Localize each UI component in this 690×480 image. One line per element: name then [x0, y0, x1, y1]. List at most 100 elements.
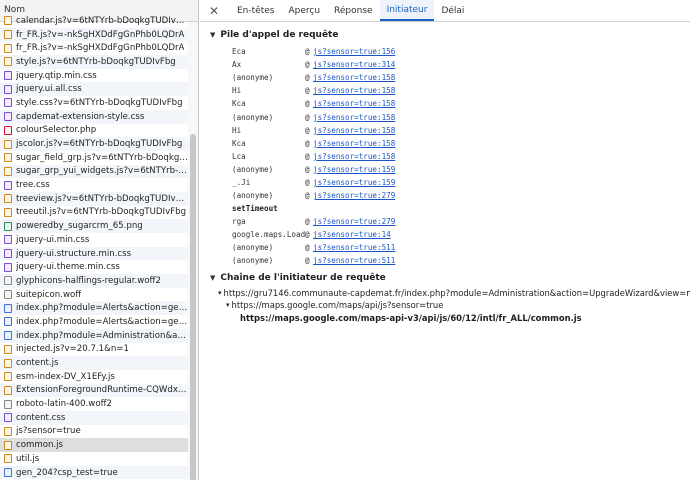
at-sign: @ — [305, 164, 310, 174]
at-sign: @ — [305, 243, 310, 253]
source-link[interactable]: js?sensor=true:511 — [313, 243, 395, 252]
request-row[interactable]: calendar.js?v=6tNTYrb-bDoqkgTUDIvFbg — [0, 14, 188, 28]
source-link[interactable]: js?sensor=true:159 — [313, 165, 395, 174]
request-row[interactable]: jscolor.js?v=6tNTYrb-bDoqkgTUDIvFbg — [0, 137, 188, 151]
call-stack-section-toggle[interactable]: ▼ Pile d'appel de requête — [210, 28, 690, 42]
chevron-down-icon[interactable]: ▾ — [226, 301, 230, 309]
tab-aperu[interactable]: Aperçu — [281, 0, 327, 21]
request-name: glyphicons-halflings-regular.woff2 — [16, 275, 161, 286]
request-row[interactable]: content.css — [0, 410, 188, 425]
css-file-icon — [4, 112, 12, 122]
stack-frame: Kca @ js?sensor=true:158 — [232, 137, 690, 150]
request-row[interactable]: jquery-ui.theme.min.css — [0, 260, 188, 274]
request-name: jquery-ui.theme.min.css — [16, 262, 120, 273]
initiator-chain-row[interactable]: https://maps.google.com/maps-api-v3/api/… — [218, 312, 690, 325]
source-link[interactable]: js?sensor=true:14 — [313, 230, 391, 239]
request-name: fr_FR.js?v=-nkSgHXDdFgGnPhb0LQDrA — [16, 29, 185, 40]
request-row[interactable]: treeview.js?v=6tNTYrb-bDoqkgTUDIvFbg — [0, 191, 188, 206]
async-boundary-label: setTimeout — [232, 204, 278, 214]
request-row[interactable]: util.js — [0, 452, 188, 466]
request-name: colourSelector.php — [16, 125, 97, 136]
request-row[interactable]: poweredby_sugarcrm_65.png — [0, 219, 188, 233]
request-row[interactable]: fr_FR.js?v=-nkSgHXDdFgGnPhb0LQDrA — [0, 41, 188, 55]
close-icon[interactable]: ✕ — [206, 0, 222, 21]
source-link[interactable]: js?sensor=true:158 — [313, 99, 395, 108]
function-name: Ax — [232, 60, 242, 70]
source-link[interactable]: js?sensor=true:511 — [313, 256, 395, 265]
request-row[interactable]: suitepicon.woff — [0, 288, 188, 302]
function-name: (anonyme) — [232, 112, 274, 122]
request-row[interactable]: tree.css — [0, 178, 188, 192]
request-row[interactable]: style.css?v=6tNTYrb-bDoqkgTUDIvFbg — [0, 96, 188, 110]
function-name: google.maps.Load — [232, 230, 306, 240]
request-row[interactable]: index.php?module=Administration&action=U… — [0, 328, 188, 343]
initiator-chain-section-toggle[interactable]: ▼ Chaîne de l'initiateur de requête — [210, 271, 690, 285]
source-link[interactable]: js?sensor=true:158 — [313, 113, 395, 122]
request-row[interactable]: jquery-ui.min.css — [0, 233, 188, 247]
initiator-chain-title: Chaîne de l'initiateur de requête — [220, 272, 386, 283]
request-row[interactable]: jquery-ui.structure.min.css — [0, 246, 188, 261]
scrollbar-thumb[interactable] — [190, 134, 196, 480]
request-name: sugar_grp_yui_widgets.js?v=6tNTYrb-bDoqk… — [16, 166, 188, 177]
request-name: jquery-ui.min.css — [16, 234, 90, 245]
source-link[interactable]: js?sensor=true:158 — [313, 152, 395, 161]
stack-frame: google.maps.Load @ js?sensor=true:14 — [232, 228, 690, 241]
request-row[interactable]: roboto-latin-400.woff2 — [0, 397, 188, 411]
tab-dlai[interactable]: Délai — [434, 0, 471, 21]
request-row[interactable]: esm-index-DV_X1EFy.js — [0, 370, 188, 384]
source-link[interactable]: js?sensor=true:156 — [313, 47, 395, 56]
request-row[interactable]: treeutil.js?v=6tNTYrb-bDoqkgTUDIvFbg — [0, 206, 188, 220]
stack-frame: (anonyme) @ js?sensor=true:158 — [232, 71, 690, 84]
doc-file-icon — [4, 303, 12, 313]
source-link[interactable]: js?sensor=true:279 — [313, 191, 395, 200]
request-row[interactable]: content.js — [0, 356, 188, 370]
request-row[interactable]: colourSelector.php — [0, 124, 188, 138]
doc-file-icon — [4, 331, 12, 341]
tab-enttes[interactable]: En-têtes — [230, 0, 281, 21]
request-row[interactable]: jquery.ui.all.css — [0, 82, 188, 97]
tab-initiateur[interactable]: Initiateur — [379, 0, 435, 21]
source-link[interactable]: js?sensor=true:279 — [313, 217, 395, 226]
function-name: (anonyme) — [232, 164, 274, 174]
request-row[interactable]: index.php?module=Alerts&action=get&to_pd… — [0, 301, 188, 316]
request-row[interactable]: style.js?v=6tNTYrb-bDoqkgTUDIvFbg — [0, 55, 188, 69]
source-link[interactable]: js?sensor=true:158 — [313, 139, 395, 148]
request-row[interactable]: ExtensionForegroundRuntime-CQWdx_gh.js — [0, 383, 188, 398]
request-row[interactable]: fr_FR.js?v=-nkSgHXDdFgGnPhb0LQDrA — [0, 27, 188, 42]
request-name: treeutil.js?v=6tNTYrb-bDoqkgTUDIvFbg — [16, 207, 187, 218]
initiator-chain-row[interactable]: ▾ https://maps.google.com/maps/api/js?se… — [218, 299, 690, 312]
source-link[interactable]: js?sensor=true:314 — [313, 60, 395, 69]
initiator-chain-row[interactable]: ▾ https://gru7146.communaute-capdemat.fr… — [218, 287, 690, 300]
request-row[interactable]: js?sensor=true — [0, 425, 188, 439]
stack-frame: rga @ js?sensor=true:279 — [232, 215, 690, 228]
js-file-icon — [4, 194, 12, 204]
source-link[interactable]: js?sensor=true:158 — [313, 73, 395, 82]
tab-rponse[interactable]: Réponse — [327, 0, 380, 21]
request-row[interactable]: gen_204?csp_test=true — [0, 465, 188, 480]
request-name: jscolor.js?v=6tNTYrb-bDoqkgTUDIvFbg — [16, 139, 183, 150]
request-row[interactable]: glyphicons-halflings-regular.woff2 — [0, 274, 188, 288]
js-file-icon — [4, 57, 12, 67]
function-name: Hi — [232, 125, 242, 135]
source-link[interactable]: js?sensor=true:159 — [313, 178, 395, 187]
request-name: suitepicon.woff — [16, 289, 82, 300]
request-row[interactable]: jquery.qtip.min.css — [0, 69, 188, 83]
request-row[interactable]: sugar_grp_yui_widgets.js?v=6tNTYrb-bDoqk… — [0, 164, 188, 179]
function-name: (anonyme) — [232, 73, 274, 83]
request-row[interactable]: capdemat-extension-style.css — [0, 109, 188, 124]
source-link[interactable]: js?sensor=true:158 — [313, 86, 395, 95]
js-file-icon — [4, 30, 12, 40]
at-sign: @ — [305, 86, 310, 96]
request-list-scrollbar[interactable] — [188, 22, 198, 480]
request-row[interactable]: common.js — [0, 438, 188, 452]
chevron-down-icon[interactable]: ▾ — [218, 289, 222, 297]
request-row[interactable]: sugar_field_grp.js?v=6tNTYrb-bDoqkgTUDIv… — [0, 151, 188, 165]
source-link[interactable]: js?sensor=true:158 — [313, 126, 395, 135]
function-name: (anonyme) — [232, 191, 274, 201]
function-name: (anonyme) — [232, 256, 274, 266]
request-name: treeview.js?v=6tNTYrb-bDoqkgTUDIvFbg — [16, 193, 188, 204]
request-row[interactable]: index.php?module=Alerts&action=get&to_pd… — [0, 315, 188, 329]
request-row[interactable]: injected.js?v=20.7.1&n=1 — [0, 343, 188, 357]
js-file-icon — [4, 207, 12, 217]
at-sign: @ — [305, 47, 310, 57]
